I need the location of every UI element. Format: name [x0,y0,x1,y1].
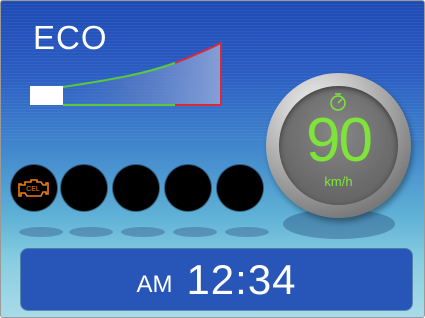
lamp-shadow [173,227,217,237]
check-engine-text: CEL [26,186,40,193]
speedometer-face: 90 km/h [279,86,398,205]
lamp-shadow [225,227,269,237]
clock-time: 12:34 [186,255,297,303]
indicator-lamp-2 [113,165,159,211]
eco-gauge-area [63,43,221,105]
clock-panel: AM 12:34 [21,249,412,310]
check-engine-icon: CEL [18,179,49,197]
lamp-shadow [19,227,63,237]
clock-period: AM [136,270,173,298]
speedometer: 90 km/h [266,73,411,218]
eco-level-bar [30,86,63,105]
speed-unit: km/h [324,174,353,189]
dashboard-screen: ECO CEL 90 km/h AM 12:34 [0,0,425,318]
indicator-lamp-1 [61,165,107,211]
indicator-lamp-3 [165,165,211,211]
lamp-shadow [121,227,165,237]
eco-gauge [30,41,222,106]
indicator-lamp-4 [217,165,263,211]
check-engine-lamp: CEL [11,165,57,211]
speed-value: 90 [306,106,373,175]
lamp-shadow [69,227,113,237]
